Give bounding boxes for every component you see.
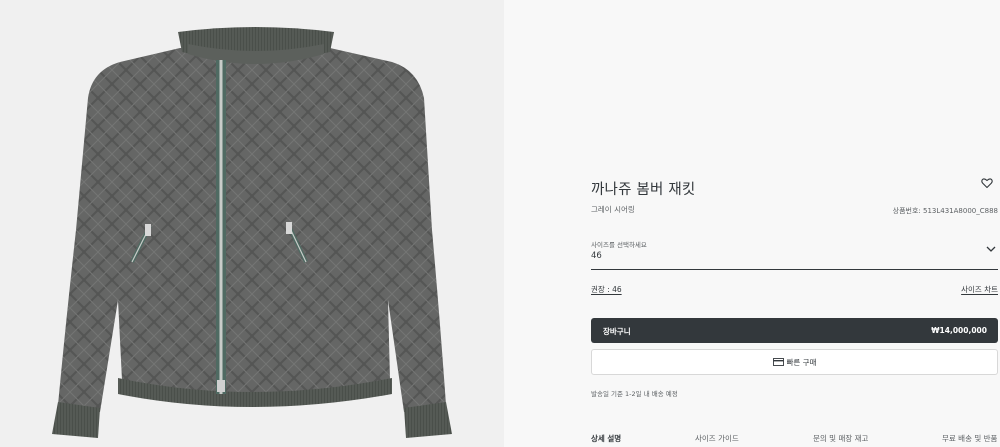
size-select[interactable]: 사이즈를 선택하세요 46 — [591, 235, 998, 270]
tab-details[interactable]: 상세 설명 — [591, 433, 621, 444]
size-chart-link[interactable]: 사이즈 차트 — [961, 284, 998, 295]
recommended-size: 권장 : 46 — [591, 285, 622, 294]
shipping-note: 발송일 기준 1-2일 내 배송 예정 — [591, 390, 678, 398]
color-name: 그레이 시어링 — [591, 205, 635, 214]
heart-icon[interactable] — [981, 177, 993, 189]
quick-buy-label: 빠른 구매 — [786, 358, 817, 367]
tab-inquiry-stock[interactable]: 문의 및 매장 재고 — [813, 433, 868, 444]
sku-row: 상품번호: 513L431A8000_C888 — [893, 206, 998, 216]
price: ₩14,000,000 — [931, 326, 987, 335]
card-icon — [772, 358, 784, 366]
quick-buy-button[interactable]: 빠른 구매 — [591, 349, 998, 375]
tab-shipping-returns[interactable]: 무료 배송 및 반품 — [942, 433, 997, 444]
add-to-cart-label: 장바구니 — [603, 327, 631, 336]
size-select-label: 사이즈를 선택하세요 — [591, 241, 647, 249]
product-image[interactable] — [0, 0, 504, 447]
chevron-down-icon — [986, 246, 996, 252]
bomber-jacket-image — [52, 27, 452, 438]
sku-value: 513L431A8000_C888 — [923, 207, 998, 215]
product-details-panel: 까나쥬 봄버 재킷 그레이 시어링 상품번호: 513L431A8000_C88… — [504, 0, 1000, 447]
tab-size-guide[interactable]: 사이즈 가이드 — [695, 433, 739, 444]
sku-label: 상품번호: — [892, 207, 921, 215]
size-select-value: 46 — [591, 251, 602, 261]
add-to-cart-button[interactable]: 장바구니 ₩14,000,000 — [591, 318, 998, 343]
product-title: 까나쥬 봄버 재킷 — [591, 182, 696, 198]
